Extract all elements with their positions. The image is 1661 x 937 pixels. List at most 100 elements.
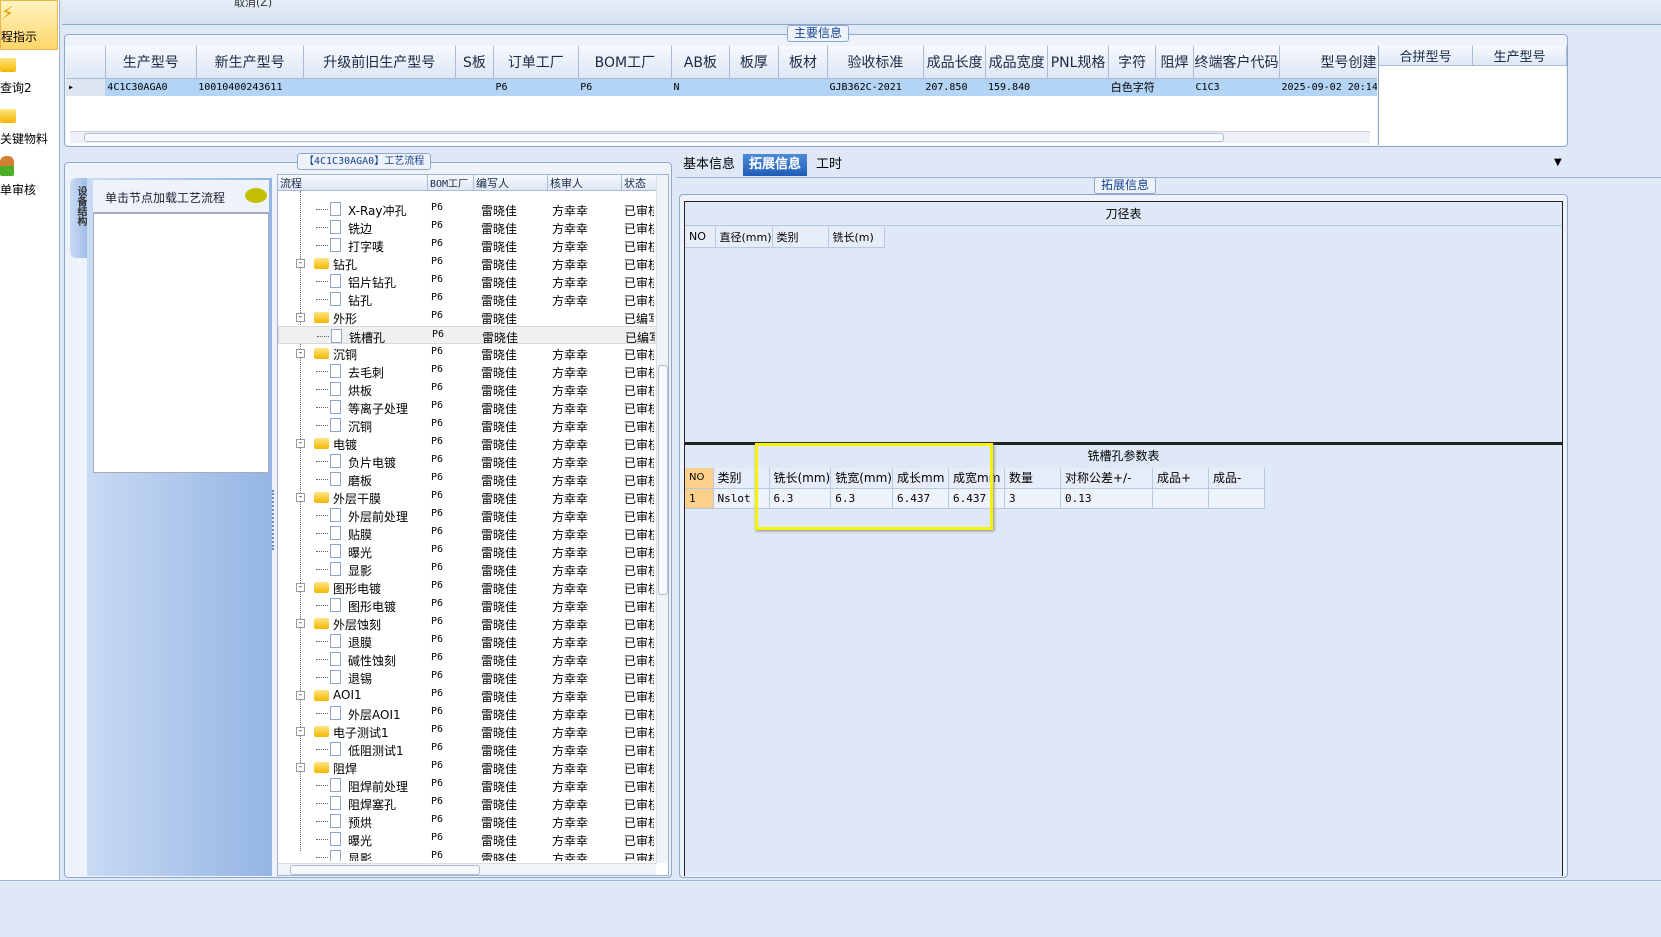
grid-cell[interactable]: 2025-09-02 20:14:42 xyxy=(1280,78,1377,96)
grid-cell[interactable] xyxy=(778,78,827,96)
tree-row[interactable]: - 外层干膜 P6 雷晓佳 方幸幸 已审核 xyxy=(278,488,656,506)
slot-cell[interactable]: 0.13 xyxy=(1060,488,1153,509)
tree-column-header[interactable]: BOM工厂 xyxy=(428,175,474,191)
slot-column-header[interactable]: 成品- xyxy=(1208,468,1265,489)
horizontal-scrollbar[interactable] xyxy=(70,131,1370,143)
tree-row[interactable]: 阻焊前处理 P6 雷晓佳 方幸幸 已审核 xyxy=(278,776,656,794)
slot-cell[interactable]: 3 xyxy=(1004,488,1061,509)
tree-row[interactable]: 打字唛 P6 雷晓佳 方幸幸 已审核 xyxy=(278,236,656,254)
slot-cell[interactable]: 1 xyxy=(685,488,714,509)
collapse-icon[interactable]: - xyxy=(296,583,305,592)
column-header[interactable]: 成品长度 xyxy=(923,46,987,79)
sidebar-item-key-material[interactable]: 关键物料 xyxy=(0,103,58,153)
grid-cell[interactable]: C1C3 xyxy=(1194,78,1280,96)
grid-cell[interactable] xyxy=(1047,78,1108,96)
column-header[interactable]: 新生产型号 xyxy=(196,46,304,79)
tree-row[interactable]: 贴膜 P6 雷晓佳 方幸幸 已审核 xyxy=(278,524,656,542)
tree-row[interactable]: - AOI1 P6 雷晓佳 方幸幸 已审核 xyxy=(278,686,656,704)
sidebar-item-query[interactable]: 查询2 xyxy=(0,52,58,102)
tree-row[interactable]: X-Ray冲孔 P6 雷晓佳 方幸幸 已审核 xyxy=(278,200,656,218)
collapse-icon[interactable]: - xyxy=(296,619,305,628)
scrollbar-thumb[interactable] xyxy=(290,865,480,875)
tree-row[interactable]: 外层前处理 P6 雷晓佳 方幸幸 已审核 xyxy=(278,506,656,524)
row-pointer[interactable]: ▸ xyxy=(66,78,106,96)
grid-cell[interactable]: P6 xyxy=(493,78,578,96)
merge-col-header[interactable]: 合拼型号 xyxy=(1379,46,1473,66)
tree-column-header[interactable]: 编写人 xyxy=(474,175,548,191)
grid-cell[interactable] xyxy=(1155,78,1193,96)
tab-work-hours[interactable]: 工时 xyxy=(810,154,848,176)
tree-row[interactable]: - 电子测试1 P6 雷晓佳 方幸幸 已审核 xyxy=(278,722,656,740)
column-header[interactable]: 型号创建时间 xyxy=(1279,46,1377,79)
sidebar-item-review[interactable]: 单审核 xyxy=(0,154,58,204)
column-header[interactable]: 订单工厂 xyxy=(493,46,579,79)
collapse-icon[interactable]: - xyxy=(296,259,305,268)
column-header[interactable]: 板材 xyxy=(778,46,829,79)
scrollbar-thumb[interactable] xyxy=(84,133,1224,142)
scrollbar-thumb[interactable] xyxy=(658,365,668,595)
tree-row[interactable]: - 外形 P6 雷晓佳 已编写 xyxy=(278,308,656,326)
tree-row[interactable]: 预烘 P6 雷晓佳 方幸幸 已审核 xyxy=(278,812,656,830)
column-header[interactable]: 字符 xyxy=(1108,46,1156,79)
grid-cell[interactable]: 159.840 xyxy=(986,78,1047,96)
cancel-button[interactable]: 取消(Z) xyxy=(234,0,272,10)
column-header[interactable]: S板 xyxy=(455,46,494,79)
vertical-tab-equipment[interactable]: 设备结构 xyxy=(70,178,88,258)
slot-cell[interactable] xyxy=(1152,488,1209,509)
tool-column-header[interactable]: 类别 xyxy=(772,227,829,248)
tree-row[interactable]: 沉铜 P6 雷晓佳 方幸幸 已审核 xyxy=(278,416,656,434)
chevron-down-icon[interactable]: ▼ xyxy=(1554,157,1562,168)
column-header[interactable]: 验收标准 xyxy=(827,46,924,79)
grid-cell[interactable]: N xyxy=(672,78,730,96)
column-header[interactable]: 终端客户代码 xyxy=(1193,46,1281,79)
collapse-icon[interactable]: - xyxy=(296,439,305,448)
tree-row[interactable]: 等离子处理 P6 雷晓佳 方幸幸 已审核 xyxy=(278,398,656,416)
tree-column-header[interactable]: 流程 xyxy=(278,175,428,191)
grid-cell[interactable]: 10010400243611 xyxy=(196,78,303,96)
horizontal-scrollbar[interactable] xyxy=(278,863,656,875)
collapse-icon[interactable]: - xyxy=(296,691,305,700)
tree-row[interactable]: 磨板 P6 雷晓佳 方幸幸 已审核 xyxy=(278,470,656,488)
splitter-handle[interactable] xyxy=(272,490,276,550)
tree-row[interactable]: 去毛刺 P6 雷晓佳 方幸幸 已审核 xyxy=(278,362,656,380)
grid-cell[interactable] xyxy=(455,78,493,96)
tree-row[interactable]: 铣边 P6 雷晓佳 方幸幸 已审核 xyxy=(278,218,656,236)
sidebar-item-process[interactable]: ⚡ 程指示 xyxy=(0,0,58,50)
grid-cell[interactable]: P6 xyxy=(578,78,671,96)
column-header[interactable]: 生产型号 xyxy=(105,46,197,79)
tree-row[interactable]: 曝光 P6 雷晓佳 方幸幸 已审核 xyxy=(278,542,656,560)
slot-column-header[interactable]: NO xyxy=(685,468,714,489)
tree-row[interactable]: 外层AOI1 P6 雷晓佳 方幸幸 已审核 xyxy=(278,704,656,722)
slot-column-header[interactable]: 成品+ xyxy=(1152,468,1209,489)
tree-row[interactable]: 碱性蚀刻 P6 雷晓佳 方幸幸 已审核 xyxy=(278,650,656,668)
tree-row[interactable]: 铝片钻孔 P6 雷晓佳 方幸幸 已审核 xyxy=(278,272,656,290)
production-col-header[interactable]: 生产型号 xyxy=(1473,46,1567,66)
tree-row[interactable]: 显影 P6 雷晓佳 方幸幸 已审核 xyxy=(278,848,656,861)
column-header[interactable]: AB板 xyxy=(671,46,730,79)
column-header[interactable]: 升级前旧生产型号 xyxy=(303,46,456,79)
tree-row[interactable]: - 图形电镀 P6 雷晓佳 方幸幸 已审核 xyxy=(278,578,656,596)
tree-row[interactable]: - 沉铜 P6 雷晓佳 方幸幸 已审核 xyxy=(278,344,656,362)
tree-column-header[interactable]: 核审人 xyxy=(548,175,622,191)
tool-column-header[interactable]: NO xyxy=(685,227,716,248)
tool-column-header[interactable]: 铣长(m) xyxy=(828,227,885,248)
collapse-icon[interactable]: - xyxy=(296,727,305,736)
tree-row[interactable]: 图形电镀 P6 雷晓佳 方幸幸 已审核 xyxy=(278,596,656,614)
tree-row[interactable]: 显影 P6 雷晓佳 方幸幸 已审核 xyxy=(278,560,656,578)
column-header[interactable]: 成品宽度 xyxy=(985,46,1048,79)
tree-row[interactable]: - 钻孔 P6 雷晓佳 方幸幸 已审核 xyxy=(278,254,656,272)
tree-row[interactable]: 阻焊塞孔 P6 雷晓佳 方幸幸 已审核 xyxy=(278,794,656,812)
tree-row[interactable]: 铣槽孔P6雷晓佳已编写 xyxy=(278,326,656,345)
grid-cell[interactable]: 白色字符 xyxy=(1109,78,1156,96)
column-header[interactable]: 阻焊 xyxy=(1155,46,1195,79)
vertical-scrollbar[interactable] xyxy=(656,175,668,863)
tab-ext-info[interactable]: 拓展信息 xyxy=(743,154,808,176)
tree-row[interactable]: - 电镀 P6 雷晓佳 方幸幸 已审核 xyxy=(278,434,656,452)
collapse-icon[interactable]: - xyxy=(296,763,305,772)
tree-row[interactable]: 低阻测试1 P6 雷晓佳 方幸幸 已审核 xyxy=(278,740,656,758)
slot-column-header[interactable]: 对称公差+/- xyxy=(1060,468,1153,489)
column-header[interactable]: BOM工厂 xyxy=(578,46,673,79)
tree-row[interactable]: 曝光 P6 雷晓佳 方幸幸 已审核 xyxy=(278,830,656,848)
tab-basic-info[interactable]: 基本信息 xyxy=(677,154,741,176)
grid-cell[interactable]: 4C1C30AGA0 xyxy=(105,78,196,96)
